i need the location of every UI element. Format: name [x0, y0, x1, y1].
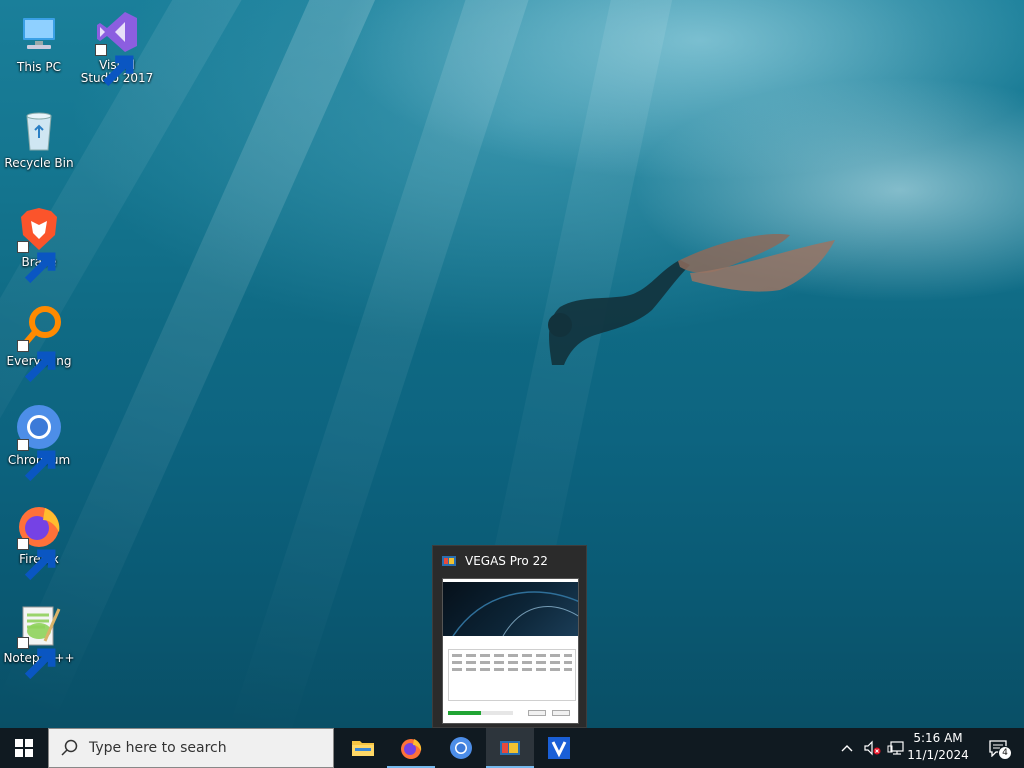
thumbnail-header: VEGAS Pro 22	[433, 546, 586, 576]
taskbar-app-chromium[interactable]	[437, 728, 485, 768]
installer-progress-bar	[448, 711, 513, 715]
installer-file-list	[448, 649, 576, 701]
desktop-icon-brave[interactable]: Brave	[1, 205, 77, 284]
action-center-button[interactable]: 4	[978, 728, 1018, 768]
desktop-icon-visual-studio[interactable]: Visual Studio 2017	[79, 8, 155, 87]
brave-icon	[15, 205, 63, 284]
firefox-icon	[401, 739, 422, 759]
desktop-icon-this-pc[interactable]: This PC	[1, 10, 77, 74]
vegas-v-icon	[548, 737, 570, 759]
desktop-icon-label: This PC	[17, 60, 61, 74]
chromium-icon	[450, 737, 472, 759]
file-explorer-icon	[352, 741, 374, 756]
installer-button	[552, 710, 570, 716]
taskbar-clock[interactable]: 5:16 AM 11/1/2024	[902, 730, 974, 766]
volume-muted-icon	[864, 740, 881, 756]
shortcut-arrow-icon	[95, 44, 134, 87]
chevron-up-icon	[841, 745, 853, 752]
taskbar-thumbnail-preview[interactable]: VEGAS Pro 22	[432, 545, 587, 728]
chromium-icon	[15, 403, 63, 482]
taskbar-app-vegas[interactable]	[535, 728, 583, 768]
show-hidden-icons-button[interactable]	[838, 728, 856, 768]
this-pc-icon	[15, 10, 63, 58]
installer-progress-fill	[448, 711, 481, 715]
start-button[interactable]	[0, 728, 48, 768]
firefox-icon	[15, 502, 63, 581]
desktop-icon-everything[interactable]: Everything	[1, 304, 77, 383]
desktop-icon-label: Recycle Bin	[4, 156, 74, 170]
taskbar-app-firefox[interactable]	[387, 728, 435, 768]
clock-time: 5:16 AM	[913, 731, 963, 745]
visual-studio-icon	[93, 8, 141, 87]
everything-icon	[15, 304, 63, 383]
search-placeholder: Type here to search	[89, 740, 227, 756]
installer-button	[528, 710, 546, 716]
notification-count-badge: 4	[998, 746, 1012, 760]
taskbar-search-box[interactable]: Type here to search	[48, 728, 334, 768]
windows-logo-icon	[15, 739, 33, 757]
shortcut-arrow-icon	[17, 538, 56, 581]
desktop-icon-notepad-plus-plus[interactable]: Notepad++	[1, 601, 77, 680]
diver-silhouette	[548, 234, 835, 365]
thumbnail-window-preview[interactable]	[442, 578, 579, 724]
installer-banner	[443, 582, 578, 636]
notepad-plus-plus-icon	[15, 601, 63, 680]
taskbar-app-file-explorer[interactable]	[339, 728, 387, 768]
desktop-icon-chromium[interactable]: Chromium	[1, 403, 77, 482]
desktop-icon-recycle-bin[interactable]: Recycle Bin	[1, 106, 77, 170]
search-icon	[61, 739, 78, 756]
shortcut-arrow-icon	[17, 340, 56, 383]
taskbar-app-vegas-pro[interactable]	[486, 728, 534, 768]
vegas-pro-icon	[442, 556, 456, 566]
recycle-bin-icon	[15, 106, 63, 154]
shortcut-arrow-icon	[17, 637, 56, 680]
desktop-icon-firefox[interactable]: Firefox	[1, 502, 77, 581]
volume-button[interactable]	[860, 728, 884, 768]
vegas-pro-icon	[500, 741, 520, 755]
shortcut-arrow-icon	[17, 439, 56, 482]
shortcut-arrow-icon	[17, 241, 56, 284]
clock-date: 11/1/2024	[907, 748, 969, 762]
thumbnail-title: VEGAS Pro 22	[465, 554, 548, 568]
